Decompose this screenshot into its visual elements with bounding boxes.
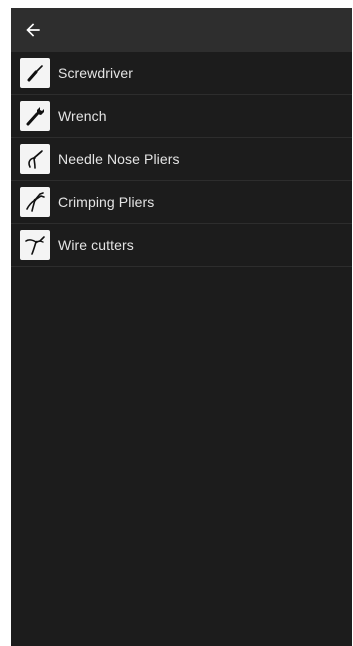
- toolbar: [11, 8, 352, 52]
- crimping-pliers-icon: [20, 187, 50, 217]
- list-item-label: Screwdriver: [58, 65, 134, 81]
- list-item-label: Wrench: [58, 108, 107, 124]
- back-button[interactable]: [11, 8, 55, 52]
- wire-cutters-icon: [20, 230, 50, 260]
- screwdriver-icon: [20, 58, 50, 88]
- needle-nose-pliers-icon: [20, 144, 50, 174]
- list-item-wire-cutters[interactable]: Wire cutters: [11, 224, 352, 267]
- app-screen: Screwdriver Wrench Needle Nose Pliers Cr…: [11, 8, 352, 646]
- list-item-crimping-pliers[interactable]: Crimping Pliers: [11, 181, 352, 224]
- list-item-label: Crimping Pliers: [58, 194, 155, 210]
- list-item-wrench[interactable]: Wrench: [11, 95, 352, 138]
- list-item-needle-nose-pliers[interactable]: Needle Nose Pliers: [11, 138, 352, 181]
- list-item-label: Wire cutters: [58, 237, 134, 253]
- wrench-icon: [20, 101, 50, 131]
- tool-list: Screwdriver Wrench Needle Nose Pliers Cr…: [11, 52, 352, 267]
- list-item-screwdriver[interactable]: Screwdriver: [11, 52, 352, 95]
- arrow-left-icon: [26, 23, 40, 37]
- list-item-label: Needle Nose Pliers: [58, 151, 180, 167]
